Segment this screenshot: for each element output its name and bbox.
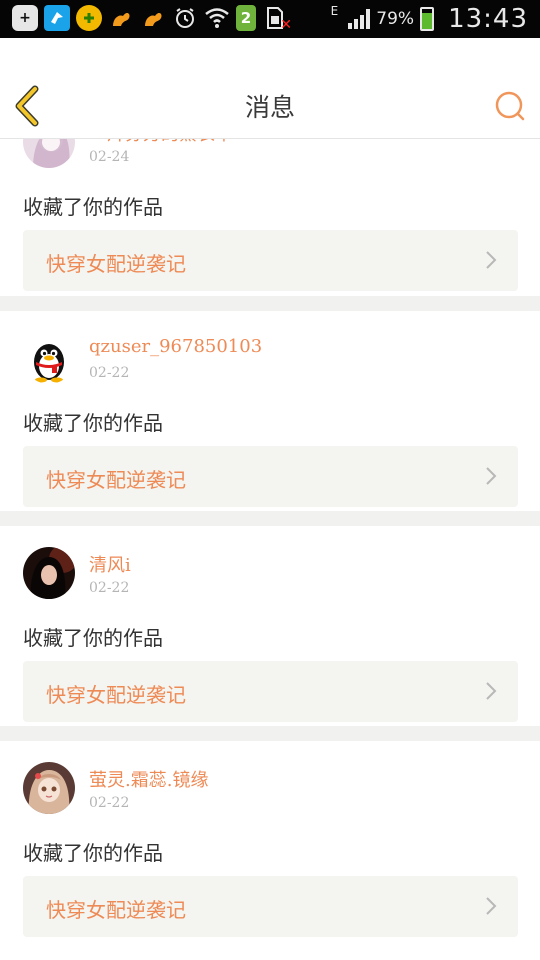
search-icon	[495, 91, 525, 121]
list-divider	[0, 511, 540, 526]
message-item: 萤灵.霜蕊.镜缘 02-22 收藏了你的作品 快穿女配逆袭记	[0, 741, 540, 941]
work-title: 快穿女配逆袭记	[46, 468, 186, 492]
list-divider	[0, 296, 540, 311]
wifi-icon	[204, 5, 230, 31]
squirrel-app-icon	[108, 5, 134, 31]
work-link[interactable]: 快穿女配逆袭记	[23, 230, 518, 291]
list-divider	[0, 726, 540, 741]
alarm-icon	[172, 5, 198, 31]
chevron-right-icon	[486, 897, 497, 915]
chevron-right-icon	[486, 682, 497, 700]
screen: + 2 ✕ E 79% 13:43 消息 02-24 收藏了你的作品 快穿女配逆…	[0, 0, 540, 960]
qq-penguin-avatar	[23, 332, 75, 384]
work-title: 快穿女配逆袭记	[46, 252, 186, 276]
work-link[interactable]: 快穿女配逆袭记	[23, 446, 518, 507]
user-name[interactable]: 清风i	[89, 551, 131, 577]
work-link[interactable]: 快穿女配逆袭记	[23, 876, 518, 937]
signal-icon	[348, 9, 371, 29]
chevron-right-icon	[486, 467, 497, 485]
clock: 13:43	[448, 4, 528, 34]
message-list[interactable]: 一片芬芳的薰衣草 02-24 收藏了你的作品 快穿女配逆袭记	[0, 95, 540, 941]
user-name[interactable]: qzuser_967850103	[89, 336, 262, 357]
portrait-photo-avatar	[23, 547, 75, 599]
app-header: 消息	[0, 38, 540, 139]
notification-icons: + 2 ✕	[12, 5, 292, 33]
action-text: 收藏了你的作品	[23, 841, 163, 865]
plus-icon: +	[12, 5, 38, 31]
message-date: 02-24	[89, 149, 130, 165]
bird-app-icon	[44, 5, 70, 31]
search-button[interactable]	[494, 90, 526, 122]
page-title: 消息	[244, 93, 295, 122]
action-text: 收藏了你的作品	[23, 411, 163, 435]
message-date: 02-22	[89, 580, 130, 596]
battery-icon	[420, 7, 435, 31]
action-text: 收藏了你的作品	[23, 626, 163, 650]
user-name[interactable]: 萤灵.霜蕊.镜缘	[89, 766, 208, 792]
work-title: 快穿女配逆袭记	[46, 898, 186, 922]
sim-error-icon: ✕	[262, 5, 292, 33]
action-text: 收藏了你的作品	[23, 195, 163, 219]
message-date: 02-22	[89, 365, 130, 381]
work-title: 快穿女配逆袭记	[46, 683, 186, 707]
status-bar: + 2 ✕ E 79% 13:43	[0, 0, 540, 38]
message-item: qzuser_967850103 02-22 收藏了你的作品 快穿女配逆袭记	[0, 311, 540, 511]
avatar[interactable]	[23, 547, 75, 599]
battery-percent: 79%	[376, 9, 415, 29]
avatar[interactable]	[23, 762, 75, 814]
avatar[interactable]	[23, 332, 75, 384]
message-date: 02-22	[89, 795, 130, 811]
work-link[interactable]: 快穿女配逆袭记	[23, 661, 518, 722]
network-type: E	[330, 4, 339, 18]
squirrel-app-icon	[140, 5, 166, 31]
system-indicators: E 79% 13:43	[331, 0, 528, 38]
sim-2-icon: 2	[236, 5, 256, 31]
message-item: 清风i 02-22 收藏了你的作品 快穿女配逆袭记	[0, 526, 540, 726]
ball-app-icon	[76, 5, 102, 31]
anime-doll-avatar	[23, 762, 75, 814]
chevron-right-icon	[486, 251, 497, 269]
